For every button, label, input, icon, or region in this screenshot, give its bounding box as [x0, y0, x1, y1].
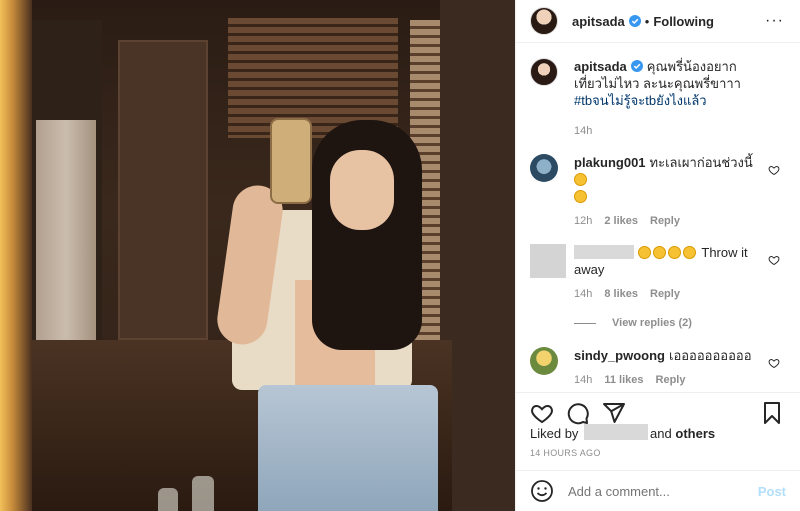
separator-dot: • — [644, 13, 650, 29]
verified-icon — [628, 15, 641, 27]
liked-by-prefix: Liked by — [530, 426, 579, 441]
liked-by: Liked by and others — [530, 424, 786, 441]
comment-item: plakung001 ทะเลเผาก่อนช่วงนี้ 12h 2 likes R… — [530, 154, 786, 230]
reply-button[interactable]: Reply — [656, 374, 686, 386]
heart-icon[interactable] — [530, 401, 554, 425]
comment-age: 12h — [574, 215, 593, 227]
comment-item: sindy_pwoong เออออออออออ 14h 11 likes Reply — [530, 347, 786, 389]
caption: apitsada คุณพรี่น้องอยากเที่ยวไม่ไหว ละนะ… — [530, 58, 786, 140]
comment-username[interactable]: sindy_pwoong — [574, 348, 665, 363]
laughing-emoji-icon — [668, 246, 681, 259]
mirror-light-edge — [0, 0, 32, 511]
redacted-username — [584, 424, 649, 440]
comments-list: apitsada คุณพรี่น้องอยากเที่ยวไม่ไหว ละนะ… — [516, 58, 800, 389]
comment-body: เออออออออออ — [669, 348, 752, 363]
more-icon[interactable]: ··· — [765, 13, 784, 29]
reply-button[interactable]: Reply — [650, 215, 680, 227]
view-replies-button[interactable]: View replies (2) — [574, 317, 786, 329]
heart-icon[interactable] — [768, 164, 780, 176]
comment-likes[interactable]: 8 likes — [604, 288, 638, 300]
laughing-emoji-icon — [574, 173, 587, 186]
heart-icon[interactable] — [768, 357, 780, 369]
post-side-panel: apitsada • Following ··· apitsada คุณพรี่… — [515, 0, 800, 511]
header-username[interactable]: apitsada — [572, 14, 625, 29]
comment-text: Throw it away — [574, 244, 764, 278]
post-header: apitsada • Following ··· — [516, 0, 800, 43]
comment-likes[interactable]: 11 likes — [604, 374, 643, 386]
post-button[interactable]: Post — [758, 484, 786, 499]
add-comment-bar: Post — [516, 470, 800, 511]
redacted-username — [574, 245, 634, 259]
others-link[interactable]: others — [675, 426, 715, 441]
verified-icon — [630, 60, 643, 72]
view-replies-label: View replies (2) — [612, 317, 692, 329]
comment-age: 14h — [574, 288, 593, 300]
share-icon[interactable] — [602, 401, 626, 425]
comment-text: sindy_pwoong เออออออออออ — [574, 347, 764, 364]
laughing-emoji-icon — [574, 190, 587, 203]
avatar[interactable] — [530, 347, 558, 375]
bookmark-icon[interactable] — [760, 401, 784, 425]
comment-likes[interactable]: 2 likes — [604, 215, 638, 227]
caption-age: 14h — [574, 125, 593, 137]
laughing-emoji-icon — [683, 246, 696, 259]
comment-text: plakung001 ทะเลเผาก่อนช่วงนี้ — [574, 154, 764, 205]
comment-icon[interactable] — [566, 401, 590, 425]
view-replies-line — [574, 322, 596, 324]
laughing-emoji-icon — [653, 246, 666, 259]
caption-text: apitsada คุณพรี่น้องอยากเที่ยวไม่ไหว ละนะ… — [574, 58, 764, 109]
comment-body: ทะเลเผาก่อนช่วงนี้ — [649, 155, 753, 170]
hashtag-link[interactable]: #tbจนไม่รู้จะtbยังไงแล้ว — [574, 93, 707, 108]
glass-bottle — [192, 476, 214, 511]
phone — [270, 118, 312, 204]
comment-age: 14h — [574, 374, 593, 386]
following-button[interactable]: Following — [653, 14, 714, 29]
background-clothes — [36, 120, 96, 340]
heart-icon[interactable] — [768, 254, 780, 266]
glass-bottle — [158, 488, 178, 511]
instagram-post-view: apitsada • Following ··· apitsada คุณพรี่… — [0, 0, 800, 511]
comment-item: Throw it away 14h 8 likes Reply — [530, 244, 786, 303]
reply-button[interactable]: Reply — [650, 288, 680, 300]
comment-username[interactable]: plakung001 — [574, 155, 646, 170]
laughing-emoji-icon — [638, 246, 651, 259]
avatar[interactable] — [530, 244, 566, 278]
background-door — [118, 40, 208, 340]
liked-by-and: and — [650, 426, 672, 441]
avatar[interactable] — [530, 7, 558, 35]
person-jeans — [258, 385, 438, 511]
post-photo[interactable] — [0, 0, 515, 511]
emoji-icon[interactable] — [530, 479, 554, 503]
avatar[interactable] — [530, 154, 558, 182]
caption-username[interactable]: apitsada — [574, 59, 627, 74]
avatar[interactable] — [530, 58, 558, 86]
post-timestamp[interactable]: 14 HOURS AGO — [530, 448, 601, 458]
person-face — [330, 150, 394, 230]
comment-input[interactable] — [568, 483, 758, 499]
